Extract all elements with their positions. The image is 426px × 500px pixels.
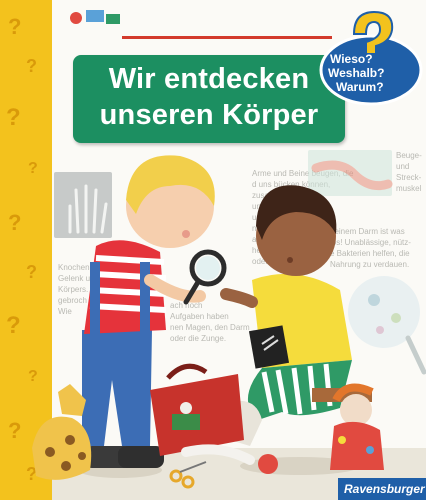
bacteria-picture: [348, 276, 426, 375]
publisher-logo: Ravensburger: [338, 478, 426, 500]
top-accent-line: [122, 36, 332, 39]
badge-line-3: Warum?: [336, 80, 384, 94]
publisher-name: Ravensburger: [344, 482, 425, 496]
badge-line-2: Weshalb?: [328, 66, 385, 80]
toy-figures: [70, 10, 120, 24]
series-badge: Wieso? Weshalb? Warum?: [318, 8, 424, 106]
hand-xray-picture: [54, 172, 112, 238]
giraffe-toy: [32, 384, 92, 480]
clown-doll: [330, 383, 384, 470]
title-line-1: Wir entdecken: [108, 63, 310, 95]
title-box: Wir entdecken unseren Körper: [73, 55, 345, 143]
doctor-bag: [150, 363, 244, 456]
book-cover: ? ? ? ? ? ? ? ? ? ? Knochen und Gelenk u…: [0, 0, 426, 500]
arm-muscle-picture: [308, 150, 393, 196]
badge-line-1: Wieso?: [330, 52, 373, 66]
title-line-2: unseren Körper: [99, 99, 319, 131]
